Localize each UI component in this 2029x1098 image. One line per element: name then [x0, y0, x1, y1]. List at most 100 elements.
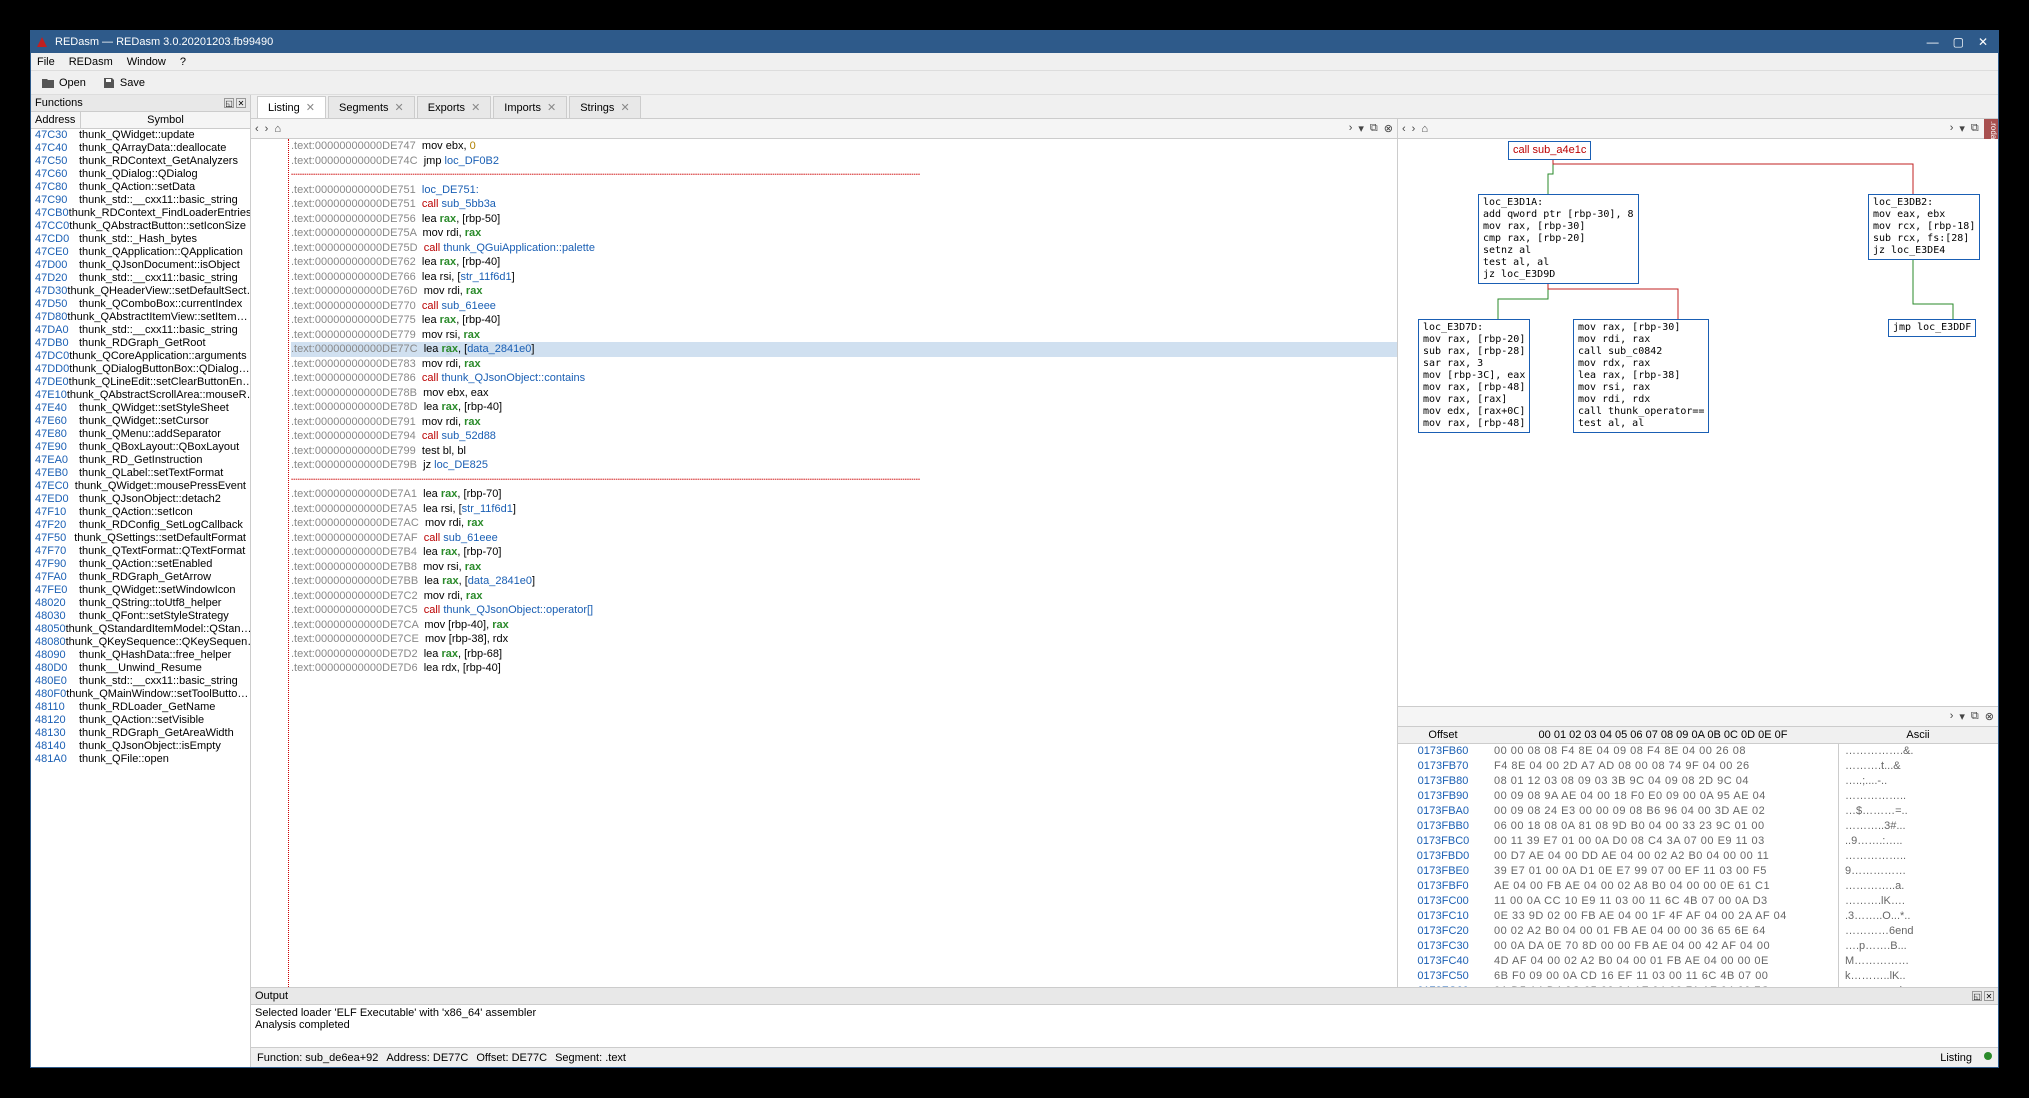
function-row[interactable]: 47EB0thunk_QLabel::setTextFormat: [31, 467, 250, 480]
asm-line[interactable]: ┄┄┄┄┄┄┄┄┄┄┄┄┄┄┄┄┄┄┄┄┄┄┄┄┄┄┄┄┄┄┄┄┄┄┄┄┄┄┄┄…: [291, 473, 1397, 488]
function-row[interactable]: 47E40thunk_QWidget::setStyleSheet: [31, 402, 250, 415]
graph-view[interactable]: ‹ › ⌂ › ▾ ⧉ ⊗ .rodata: [1398, 119, 1998, 707]
tab-close-icon[interactable]: ✕: [620, 101, 629, 114]
function-row[interactable]: 48140thunk_QJsonObject::isEmpty: [31, 740, 250, 753]
tab-strings[interactable]: Strings✕: [569, 96, 640, 118]
asm-line[interactable]: ┄┄┄┄┄┄┄┄┄┄┄┄┄┄┄┄┄┄┄┄┄┄┄┄┄┄┄┄┄┄┄┄┄┄┄┄┄┄┄┄…: [291, 168, 1397, 183]
function-row[interactable]: 47E10thunk_QAbstractScrollArea::mouseR…: [31, 389, 250, 402]
asm-line[interactable]: .text:00000000000DE77C lea rax, [data_28…: [291, 342, 1397, 357]
maximize-button[interactable]: ▢: [1953, 35, 1964, 49]
minimize-button[interactable]: —: [1927, 35, 1939, 49]
asm-line[interactable]: .text:00000000000DE7C5 call thunk_QJsonO…: [291, 603, 1397, 618]
asm-line[interactable]: .text:00000000000DE79B jz loc_DE825: [291, 458, 1397, 473]
asm-line[interactable]: .text:00000000000DE7CA mov [rbp-40], rax: [291, 618, 1397, 633]
asm-line[interactable]: .text:00000000000DE7A1 lea rax, [rbp-70]: [291, 487, 1397, 502]
graph-down-icon[interactable]: ▾: [1959, 122, 1965, 135]
function-row[interactable]: 47EA0thunk_RD_GetInstruction: [31, 454, 250, 467]
function-row[interactable]: 47ED0thunk_QJsonObject::detach2: [31, 493, 250, 506]
function-row[interactable]: 47E90thunk_QBoxLayout::QBoxLayout: [31, 441, 250, 454]
function-row[interactable]: 47CC0thunk_QAbstractButton::setIconSize: [31, 220, 250, 233]
disassembly-body[interactable]: .text:00000000000DE747 mov ebx, 0 .text:0…: [251, 139, 1397, 987]
function-row[interactable]: 47EC0thunk_QWidget::mousePressEvent: [31, 480, 250, 493]
function-row[interactable]: 47D80thunk_QAbstractItemView::setItem…: [31, 311, 250, 324]
asm-line[interactable]: .text:00000000000DE7CE mov [rbp-38], rdx: [291, 632, 1397, 647]
nav-fwd-icon[interactable]: ›: [265, 123, 269, 135]
function-row[interactable]: 48110thunk_RDLoader_GetName: [31, 701, 250, 714]
function-row[interactable]: 47D30thunk_QHeaderView::setDefaultSect…: [31, 285, 250, 298]
hex-row[interactable]: 0173FBB006 00 18 08 0A 81 08 9D B0 04 00…: [1398, 819, 1998, 834]
hex-row[interactable]: 0173FB70F4 8E 04 00 2D A7 AD 08 00 08 74…: [1398, 759, 1998, 774]
hex-row[interactable]: 0173FBE039 E7 01 00 0A D1 0E E7 99 07 00…: [1398, 864, 1998, 879]
function-row[interactable]: 47C50thunk_RDContext_GetAnalyzers: [31, 155, 250, 168]
tab-listing[interactable]: Listing✕: [257, 96, 326, 118]
function-row[interactable]: 47DE0thunk_QLineEdit::setClearButtonEn…: [31, 376, 250, 389]
function-row[interactable]: 47E60thunk_QWidget::setCursor: [31, 415, 250, 428]
function-row[interactable]: 47F10thunk_QAction::setIcon: [31, 506, 250, 519]
function-row[interactable]: 47D50thunk_QComboBox::currentIndex: [31, 298, 250, 311]
output-close-icon[interactable]: ✕: [1984, 991, 1994, 1001]
function-row[interactable]: 47C40thunk_QArrayData::deallocate: [31, 142, 250, 155]
function-row[interactable]: 48030thunk_QFont::setStyleStrategy: [31, 610, 250, 623]
tab-close-icon[interactable]: ✕: [395, 101, 404, 114]
tab-segments[interactable]: Segments✕: [328, 96, 415, 118]
menu-help[interactable]: ?: [180, 56, 186, 68]
function-row[interactable]: 47D20thunk_std::__cxx11::basic_string: [31, 272, 250, 285]
function-row[interactable]: 48020thunk_QString::toUtf8_helper: [31, 597, 250, 610]
open-button[interactable]: Open: [37, 74, 90, 92]
menu-file[interactable]: File: [37, 56, 55, 68]
asm-line[interactable]: .text:00000000000DE75A mov rdi, rax: [291, 226, 1397, 241]
view-close-icon[interactable]: ⊗: [1384, 122, 1393, 135]
graph-node[interactable]: loc_E3D1A: add qword ptr [rbp-30], 8 mov…: [1478, 194, 1639, 284]
function-row[interactable]: 47C90thunk_std::__cxx11::basic_string: [31, 194, 250, 207]
hex-row[interactable]: 0173FBC000 11 39 E7 01 00 0A D0 08 C4 3A…: [1398, 834, 1998, 849]
function-row[interactable]: 47CD0thunk_std::_Hash_bytes: [31, 233, 250, 246]
function-row[interactable]: 47E80thunk_QMenu::addSeparator: [31, 428, 250, 441]
hex-copy-icon[interactable]: ⧉: [1971, 710, 1979, 723]
asm-line[interactable]: .text:00000000000DE791 mov rdi, rax: [291, 415, 1397, 430]
function-row[interactable]: 47CE0thunk_QApplication::QApplication: [31, 246, 250, 259]
function-row[interactable]: 47DC0thunk_QCoreApplication::arguments: [31, 350, 250, 363]
functions-list[interactable]: 47C30thunk_QWidget::update47C40thunk_QAr…: [31, 129, 250, 1067]
function-row[interactable]: 47DD0thunk_QDialogButtonBox::QDialog…: [31, 363, 250, 376]
tab-exports[interactable]: Exports✕: [417, 96, 492, 118]
hex-row[interactable]: 0173FB9000 09 08 9A AE 04 00 18 F0 E0 09…: [1398, 789, 1998, 804]
asm-line[interactable]: .text:00000000000DE7D2 lea rax, [rbp-68]: [291, 647, 1397, 662]
tab-close-icon[interactable]: ✕: [471, 101, 480, 114]
function-row[interactable]: 48120thunk_QAction::setVisible: [31, 714, 250, 727]
asm-line[interactable]: .text:00000000000DE794 call sub_52d88: [291, 429, 1397, 444]
panel-close-icon[interactable]: ✕: [236, 98, 246, 108]
function-row[interactable]: 480F0thunk_QMainWindow::setToolButto…: [31, 688, 250, 701]
asm-line[interactable]: .text:00000000000DE747 mov ebx, 0: [291, 139, 1397, 154]
tab-imports[interactable]: Imports✕: [493, 96, 567, 118]
output-body[interactable]: Selected loader 'ELF Executable' with 'x…: [251, 1005, 1998, 1047]
graph-node[interactable]: jmp loc_E3DDF: [1888, 319, 1976, 337]
function-row[interactable]: 47F70thunk_QTextFormat::QTextFormat: [31, 545, 250, 558]
menu-window[interactable]: Window: [127, 56, 166, 68]
function-row[interactable]: 47FE0thunk_QWidget::setWindowIcon: [31, 584, 250, 597]
asm-line[interactable]: .text:00000000000DE7AF call sub_61eee: [291, 531, 1397, 546]
function-row[interactable]: 48050thunk_QStandardItemModel::QStan…: [31, 623, 250, 636]
hex-row[interactable]: 0173FBD000 D7 AE 04 00 DD AE 04 00 02 A2…: [1398, 849, 1998, 864]
nav-back-icon[interactable]: ‹: [255, 123, 259, 135]
asm-line[interactable]: .text:00000000000DE78D lea rax, [rbp-40]: [291, 400, 1397, 415]
function-row[interactable]: 47DB0thunk_RDGraph_GetRoot: [31, 337, 250, 350]
hex-row[interactable]: 0173FC0011 00 0A CC 10 E9 11 03 00 11 6C…: [1398, 894, 1998, 909]
hex-row[interactable]: 0173FC3000 0A DA 0E 70 8D 00 00 FB AE 04…: [1398, 939, 1998, 954]
graph-node[interactable]: loc_E3D7D: mov rax, [rbp-20] sub rax, [r…: [1418, 319, 1530, 433]
function-row[interactable]: 47F50thunk_QSettings::setDefaultFormat: [31, 532, 250, 545]
hex-row[interactable]: 0173FB8008 01 12 03 08 09 03 3B 9C 04 09…: [1398, 774, 1998, 789]
hex-row[interactable]: 0173FC100E 33 9D 02 00 FB AE 04 00 1F 4F…: [1398, 909, 1998, 924]
function-row[interactable]: 47F20thunk_RDConfig_SetLogCallback: [31, 519, 250, 532]
tab-close-icon[interactable]: ✕: [547, 101, 556, 114]
asm-line[interactable]: .text:00000000000DE7D6 lea rdx, [rbp-40]: [291, 661, 1397, 676]
asm-line[interactable]: .text:00000000000DE756 lea rax, [rbp-50]: [291, 212, 1397, 227]
hex-row[interactable]: 0173FC404D AF 04 00 02 A2 B0 04 00 01 FB…: [1398, 954, 1998, 969]
asm-line[interactable]: .text:00000000000DE779 mov rsi, rax: [291, 328, 1397, 343]
output-float-icon[interactable]: ◱: [1972, 991, 1982, 1001]
graph-home-icon[interactable]: ⌂: [1421, 123, 1428, 135]
panel-float-icon[interactable]: ◱: [224, 98, 234, 108]
asm-line[interactable]: .text:00000000000DE775 lea rax, [rbp-40]: [291, 313, 1397, 328]
graph-node[interactable]: loc_E3DB2: mov eax, ebx mov rcx, [rbp-18…: [1868, 194, 1980, 260]
asm-line[interactable]: .text:00000000000DE751 call sub_5bb3a: [291, 197, 1397, 212]
function-row[interactable]: 47F90thunk_QAction::setEnabled: [31, 558, 250, 571]
